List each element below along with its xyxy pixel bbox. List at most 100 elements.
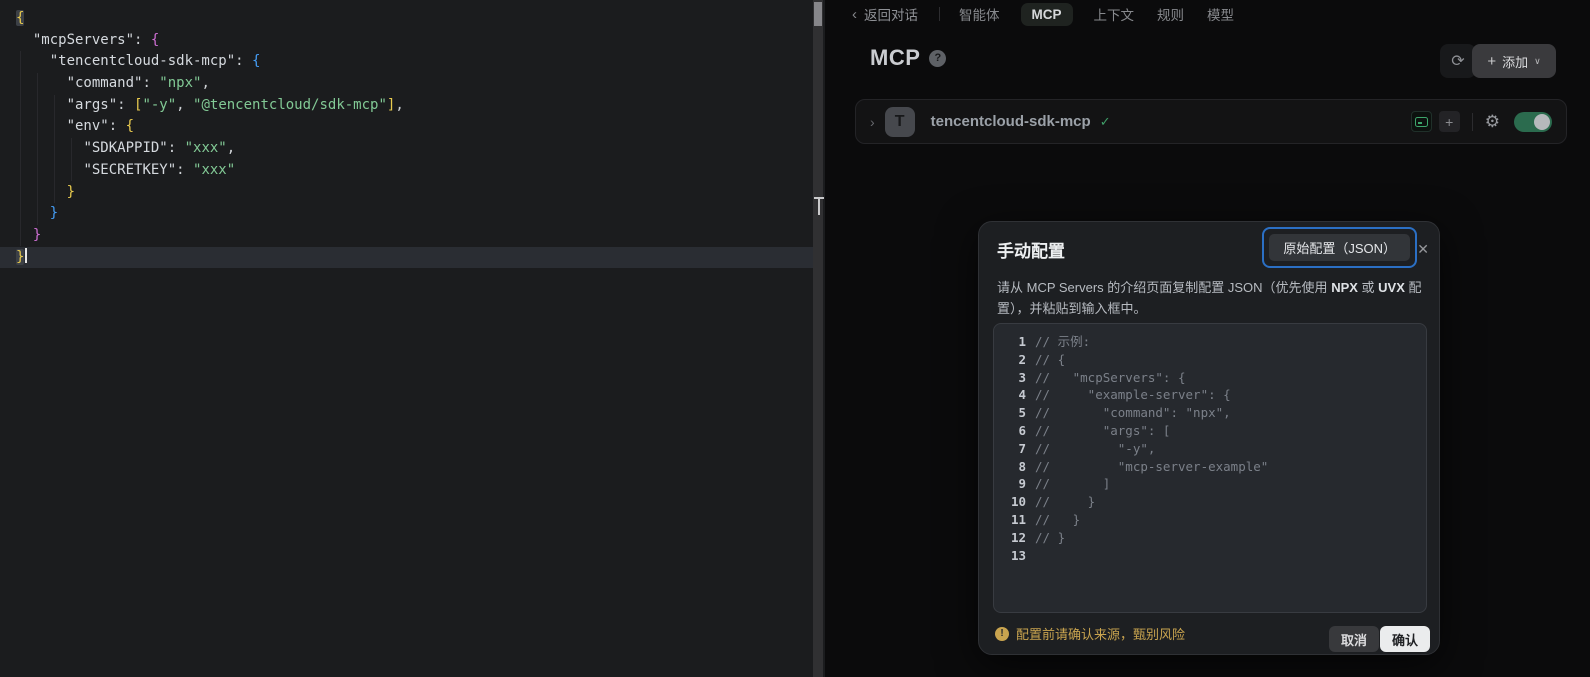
confirm-button[interactable]: 确认 <box>1380 626 1430 652</box>
example-code-line: 12// } <box>1004 529 1416 547</box>
line-number: 4 <box>1004 386 1026 404</box>
code-token <box>16 118 67 134</box>
tab-MCP[interactable]: MCP <box>1021 3 1073 26</box>
refresh-button[interactable]: ⟳ <box>1440 44 1476 78</box>
example-code-line: 8// "mcp-server-example" <box>1004 458 1416 476</box>
manual-config-modal: 手动配置 原始配置（JSON） ✕ 请从 MCP Servers 的介绍页面复制… <box>978 221 1440 655</box>
back-to-chat-button[interactable]: ‹ 返回对话 <box>852 4 918 24</box>
tab-智能体[interactable]: 智能体 <box>957 0 1002 28</box>
example-code-line: 6// "args": [ <box>1004 422 1416 440</box>
line-number: 13 <box>1004 547 1026 565</box>
tab-模型[interactable]: 模型 <box>1205 0 1236 28</box>
code-line[interactable]: } <box>0 182 815 204</box>
line-number: 12 <box>1004 529 1026 547</box>
json-config-textarea[interactable]: 1// 示例:2// {3 // "mcpServers": { 4 // "exam… <box>993 323 1427 613</box>
code-token: { <box>16 10 24 26</box>
json-config-editor[interactable]: { "mcpServers": { "tencentcloud-sdk-mcp"… <box>0 0 825 677</box>
nav-divider <box>939 7 940 21</box>
line-number: 7 <box>1004 440 1026 458</box>
comment-text: // { <box>1035 351 1065 369</box>
top-nav: ‹ 返回对话 智能体 MCP 上下文规则模型 <box>825 0 1590 28</box>
example-code-line: 9// ] <box>1004 475 1416 493</box>
code-line[interactable]: "mcpServers": { <box>0 30 815 52</box>
warning-icon: ! <box>995 627 1009 641</box>
code-line[interactable]: } <box>0 225 815 247</box>
add-server-button[interactable]: + 添加 ∨ <box>1472 44 1556 78</box>
code-token: "@tencentcloud/sdk-mcp" <box>193 97 387 113</box>
back-label: 返回对话 <box>864 4 918 24</box>
code-token: , <box>176 97 193 113</box>
nav-tabs: 智能体 MCP 上下文规则模型 <box>957 0 1236 28</box>
close-icon[interactable]: ✕ <box>1417 241 1429 258</box>
line-number: 6 <box>1004 422 1026 440</box>
code-token: : <box>117 97 134 113</box>
page-title: MCP <box>870 45 920 71</box>
code-line[interactable]: "env": { <box>0 116 815 138</box>
gear-icon[interactable]: ⚙ <box>1485 113 1500 130</box>
scrollbar-thumb[interactable] <box>814 2 822 26</box>
code-line[interactable]: "tencentcloud-sdk-mcp": { <box>0 51 815 73</box>
code-token <box>16 53 50 69</box>
line-number: 9 <box>1004 475 1026 493</box>
editor-scrollbar[interactable] <box>813 0 823 677</box>
page-header: MCP ? <box>870 45 946 71</box>
add-tool-button[interactable]: + <box>1439 111 1460 132</box>
code-token <box>16 205 50 221</box>
line-number: 10 <box>1004 493 1026 511</box>
code-token: : <box>142 75 159 91</box>
modal-title: 手动配置 <box>997 237 1065 262</box>
status-check-icon: ✓ <box>1100 114 1111 130</box>
tab-规则[interactable]: 规则 <box>1155 0 1186 28</box>
code-token: "args" <box>67 97 118 113</box>
code-line[interactable]: "SDKAPPID": "xxx", <box>0 138 815 160</box>
example-code-line: 5// "command": "npx", <box>1004 404 1416 422</box>
code-token: { <box>151 32 159 48</box>
code-line[interactable]: "args": ["-y", "@tencentcloud/sdk-mcp"], <box>0 95 815 117</box>
help-icon[interactable]: ? <box>929 50 946 67</box>
server-enable-toggle[interactable] <box>1514 112 1552 132</box>
description-text: 或 <box>1358 280 1378 295</box>
comment-text: // } <box>1035 511 1080 529</box>
cancel-button[interactable]: 取消 <box>1329 626 1379 652</box>
comment-text: // "mcpServers": { <box>1035 369 1186 387</box>
example-code-line: 3 // "mcpServers": { <box>1004 369 1416 387</box>
code-token: "SECRETKEY" <box>83 162 176 178</box>
code-line[interactable]: } <box>0 203 815 225</box>
code-token: } <box>50 205 58 221</box>
code-token: , <box>395 97 403 113</box>
line-number: 11 <box>1004 511 1026 529</box>
code-token: : <box>235 53 252 69</box>
code-token: "env" <box>67 118 109 134</box>
code-line[interactable]: { <box>0 8 815 30</box>
text-cursor-pointer-icon <box>814 197 824 216</box>
comment-text: // } <box>1035 493 1095 511</box>
code-token <box>16 75 67 91</box>
comment-text: // "command": "npx", <box>1035 404 1231 422</box>
modal-description: 请从 MCP Servers 的介绍页面复制配置 JSON（优先使用 NPX 或… <box>997 278 1425 319</box>
server-name: tencentcloud-sdk-mcp <box>931 113 1091 130</box>
terminal-tools-button[interactable] <box>1411 111 1432 132</box>
plus-icon: + <box>1445 114 1453 130</box>
code-line[interactable]: "command": "npx", <box>0 73 815 95</box>
terminal-icon <box>1415 117 1428 127</box>
line-number: 3 <box>1004 369 1026 387</box>
code-token: "xxx" <box>185 140 227 156</box>
mcp-server-row[interactable]: › T tencentcloud-sdk-mcp ✓ + ⚙ <box>855 99 1567 144</box>
code-line[interactable]: "SECRETKEY": "xxx" <box>0 160 815 182</box>
code-token: : <box>176 162 193 178</box>
example-code-line: 2// { <box>1004 351 1416 369</box>
description-text: 请从 MCP Servers 的介绍页面复制配置 JSON（优先使用 <box>997 280 1331 295</box>
tab-上下文[interactable]: 上下文 <box>1092 0 1137 28</box>
code-line[interactable]: } <box>0 247 815 269</box>
raw-json-mode-button[interactable]: 原始配置（JSON） <box>1269 234 1410 261</box>
expand-chevron-icon[interactable]: › <box>870 114 875 130</box>
code-token: : <box>109 118 126 134</box>
example-code-line: 1// 示例: <box>1004 333 1416 351</box>
editor-code-lines[interactable]: { "mcpServers": { "tencentcloud-sdk-mcp"… <box>0 8 815 268</box>
code-token: "tencentcloud-sdk-mcp" <box>50 53 235 69</box>
code-token: } <box>16 249 24 265</box>
comment-text: // "example-server": { <box>1035 386 1231 404</box>
line-number: 8 <box>1004 458 1026 476</box>
code-token: "command" <box>67 75 143 91</box>
code-token: { <box>252 53 260 69</box>
